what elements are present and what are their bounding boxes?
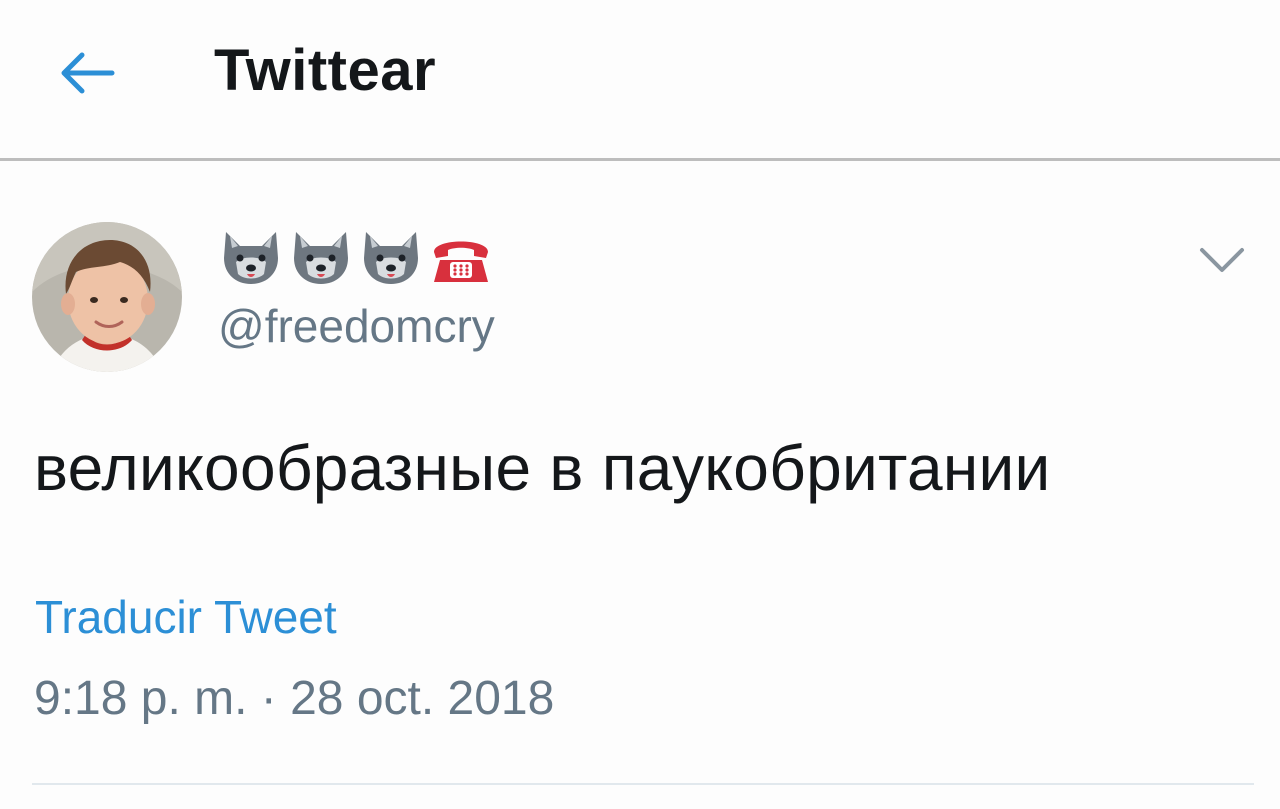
back-button[interactable]	[52, 42, 120, 104]
tweet-options-button[interactable]	[1194, 238, 1250, 282]
chevron-down-icon	[1200, 248, 1244, 272]
header-divider	[0, 158, 1280, 161]
divider	[32, 783, 1254, 785]
display-name[interactable]	[220, 228, 492, 288]
arrow-left-icon	[61, 52, 115, 94]
page-title: Twittear	[214, 38, 437, 103]
translate-tweet-link[interactable]: Traducir Tweet	[35, 587, 337, 647]
avatar[interactable]	[32, 222, 182, 372]
top-bar: Twittear	[0, 0, 1280, 158]
wolf-face-emoji	[364, 232, 418, 284]
user-handle[interactable]: @freedomcry	[218, 296, 495, 356]
tweet-timestamp: 9:18 p. m. · 28 oct. 2018	[34, 672, 555, 725]
wolf-face-emoji	[224, 232, 278, 284]
wolf-face-emoji	[294, 232, 348, 284]
telephone-emoji	[434, 241, 488, 282]
tweet-text: великообразные в паукобритании	[34, 432, 1051, 504]
